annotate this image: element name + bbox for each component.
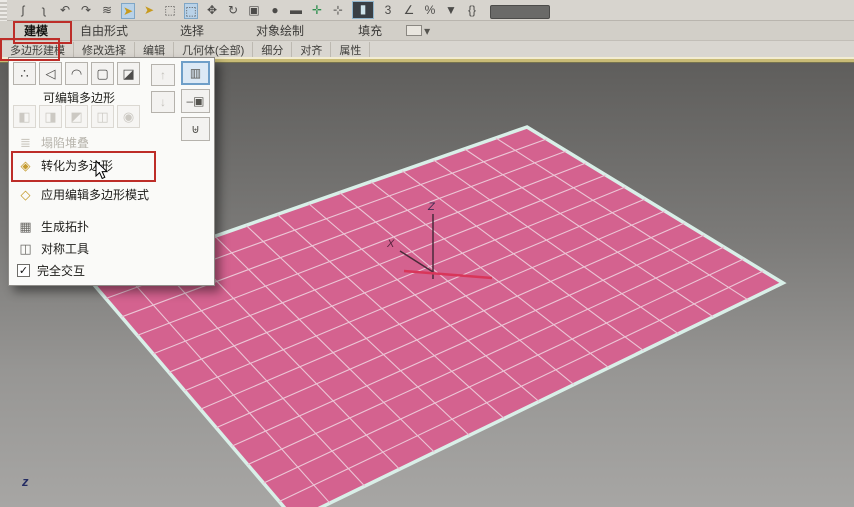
axis-label-z: Z [427, 201, 436, 213]
align-pick-icon[interactable]: ⊹ [331, 3, 345, 19]
menu-item-generate-topology[interactable]: ▦ 生成拓扑 [17, 218, 89, 235]
modifier-icon-1[interactable]: ◧ [13, 105, 36, 128]
curve-left-icon[interactable]: ʃ [16, 3, 30, 19]
modifier-icon-3[interactable]: ◩ [65, 105, 88, 128]
snap-dropdown-icon[interactable]: ▼ [444, 3, 458, 19]
section-align[interactable]: 对齐 [292, 41, 332, 58]
percent-snap-icon[interactable]: % [423, 3, 437, 19]
menu-item-label: 应用编辑多边形模式 [41, 188, 150, 202]
ribbon-tab-row: 建模 自由形式 选择 对象绘制 填充 ▾ [0, 21, 854, 40]
main-toolbar: ʃ ʅ ↶ ↷ ≋ ➤ ➤ ⬚ ⬚ ✥ ↻ ▣ ● ▬ ✛ ⊹ ▮ 3 ∠% ▼ {} [0, 0, 854, 21]
tab-modeling[interactable]: 建模 [14, 22, 58, 39]
named-sets-icon[interactable]: {} [465, 3, 479, 19]
subobject-mode-buttons: ∴ ◁ ◠ ▢ ◪ [13, 62, 140, 85]
modifier-icon-4[interactable]: ◫ [91, 105, 114, 128]
tab-freeform[interactable]: 自由形式 [70, 22, 138, 39]
menu-item-full-interactivity[interactable]: ✓ 完全交互 [17, 262, 85, 279]
move-icon[interactable]: ✥ [205, 3, 219, 19]
snap-plus-icon[interactable]: ✛ [310, 3, 324, 19]
menu-item-label: 完全交互 [37, 264, 86, 278]
menu-item-label: 转化为多边形 [41, 159, 114, 173]
tab-object-paint[interactable]: 对象绘制 [246, 22, 314, 39]
preview-icon[interactable]: ⊎ [181, 117, 210, 141]
menu-item-label: 生成拓扑 [41, 220, 90, 234]
snap-3-icon[interactable]: 3 [381, 3, 395, 19]
ribbon-options-button[interactable]: ▾ [406, 24, 430, 38]
checkbox-checked-icon[interactable]: ✓ [17, 264, 30, 277]
border-mode-icon[interactable]: ◠ [65, 62, 88, 85]
section-geometry-all[interactable]: 几何体(全部) [174, 41, 254, 58]
menu-item-convert-to-poly[interactable]: ◈ 转化为多边形 [17, 157, 114, 174]
menu-item-symmetry-tool[interactable]: ◫ 对称工具 [17, 240, 89, 257]
selection-filter-icon[interactable]: ▬ [289, 3, 303, 19]
convert-to-poly-icon: ◈ [20, 157, 31, 173]
rect-select-icon[interactable]: ⬚ [163, 3, 177, 19]
next-modifier-icon[interactable]: ↓ [151, 91, 175, 113]
redo-icon[interactable]: ↷ [79, 3, 93, 19]
scale-icon[interactable]: ▣ [247, 3, 261, 19]
section-polygon-modeling[interactable]: 多边形建模 [2, 41, 74, 58]
menu-item-collapse-stack: ≣ 塌陷堆叠 [17, 134, 89, 151]
stack-display-icon[interactable]: ▥ [181, 61, 210, 85]
previous-modifier-icon[interactable]: ↑ [151, 64, 175, 86]
link-icon[interactable]: ≋ [100, 3, 114, 19]
snaps-toggle-icon[interactable]: ▮ [352, 1, 374, 19]
toolbar-field[interactable] [490, 5, 550, 19]
pin-stack-icon[interactable]: ‒▣ [181, 89, 210, 113]
section-modify-selection[interactable]: 修改选择 [74, 41, 135, 58]
stack-nav-buttons: ↑ ↓ [151, 64, 175, 113]
rotate-icon[interactable]: ↻ [226, 3, 240, 19]
world-axis-z-label: z [22, 474, 29, 489]
tab-populate[interactable]: 填充 [348, 22, 392, 39]
undo-icon[interactable]: ↶ [58, 3, 72, 19]
region-select-icon[interactable]: ⬚ [184, 3, 198, 19]
ribbon-minimize-icon [406, 25, 423, 36]
modifier-buttons: ◧ ◨ ◩ ◫ ◉ [13, 105, 140, 128]
generate-topology-icon: ▦ [19, 218, 32, 234]
select-object-icon[interactable]: ➤ [121, 3, 135, 19]
section-subdivision[interactable]: 细分 [253, 41, 293, 58]
modifier-icon-5[interactable]: ◉ [117, 105, 140, 128]
edge-mode-icon[interactable]: ◁ [39, 62, 62, 85]
angle-snap-icon[interactable]: ∠ [402, 3, 416, 19]
panel-side-buttons: ▥ ‒▣ ⊎ [181, 61, 210, 141]
polygon-modeling-panel: ∴ ◁ ◠ ▢ ◪ 可编辑多边形 ◧ ◨ ◩ ◫ ◉ ↑ ↓ ▥ ‒▣ ⊎ ≣ 塌陷堆叠 ◈ 转化为多… [8, 57, 215, 286]
menu-item-apply-edit-poly[interactable]: ◇ 应用编辑多边形模式 [17, 186, 150, 203]
pivot-icon[interactable]: ● [268, 3, 282, 19]
collapse-stack-icon: ≣ [20, 134, 31, 150]
application-window: ʃ ʅ ↶ ↷ ≋ ➤ ➤ ⬚ ⬚ ✥ ↻ ▣ ● ▬ ✛ ⊹ ▮ 3 ∠% ▼ {} 建模 自由形式 选择 对象绘制 … [0, 0, 854, 507]
vertex-mode-icon[interactable]: ∴ [13, 62, 36, 85]
select-cursor-icon[interactable]: ➤ [142, 3, 156, 19]
apply-edit-poly-icon: ◇ [20, 186, 31, 202]
tab-selection[interactable]: 选择 [170, 22, 214, 39]
element-mode-icon[interactable]: ◪ [117, 62, 140, 85]
symmetry-tool-icon: ◫ [19, 240, 32, 256]
section-properties[interactable]: 属性 [331, 41, 371, 58]
editable-poly-label: 可编辑多边形 [42, 91, 115, 105]
modifier-icon-2[interactable]: ◨ [39, 105, 62, 128]
menu-item-label: 对称工具 [41, 242, 90, 256]
polygon-mode-icon[interactable]: ▢ [91, 62, 114, 85]
chevron-down-icon: ▾ [424, 23, 431, 38]
curve-right-icon[interactable]: ʅ [37, 3, 51, 19]
menu-item-label: 塌陷堆叠 [41, 136, 90, 150]
section-edit[interactable]: 编辑 [135, 41, 174, 58]
axis-label-x: X [386, 238, 395, 250]
